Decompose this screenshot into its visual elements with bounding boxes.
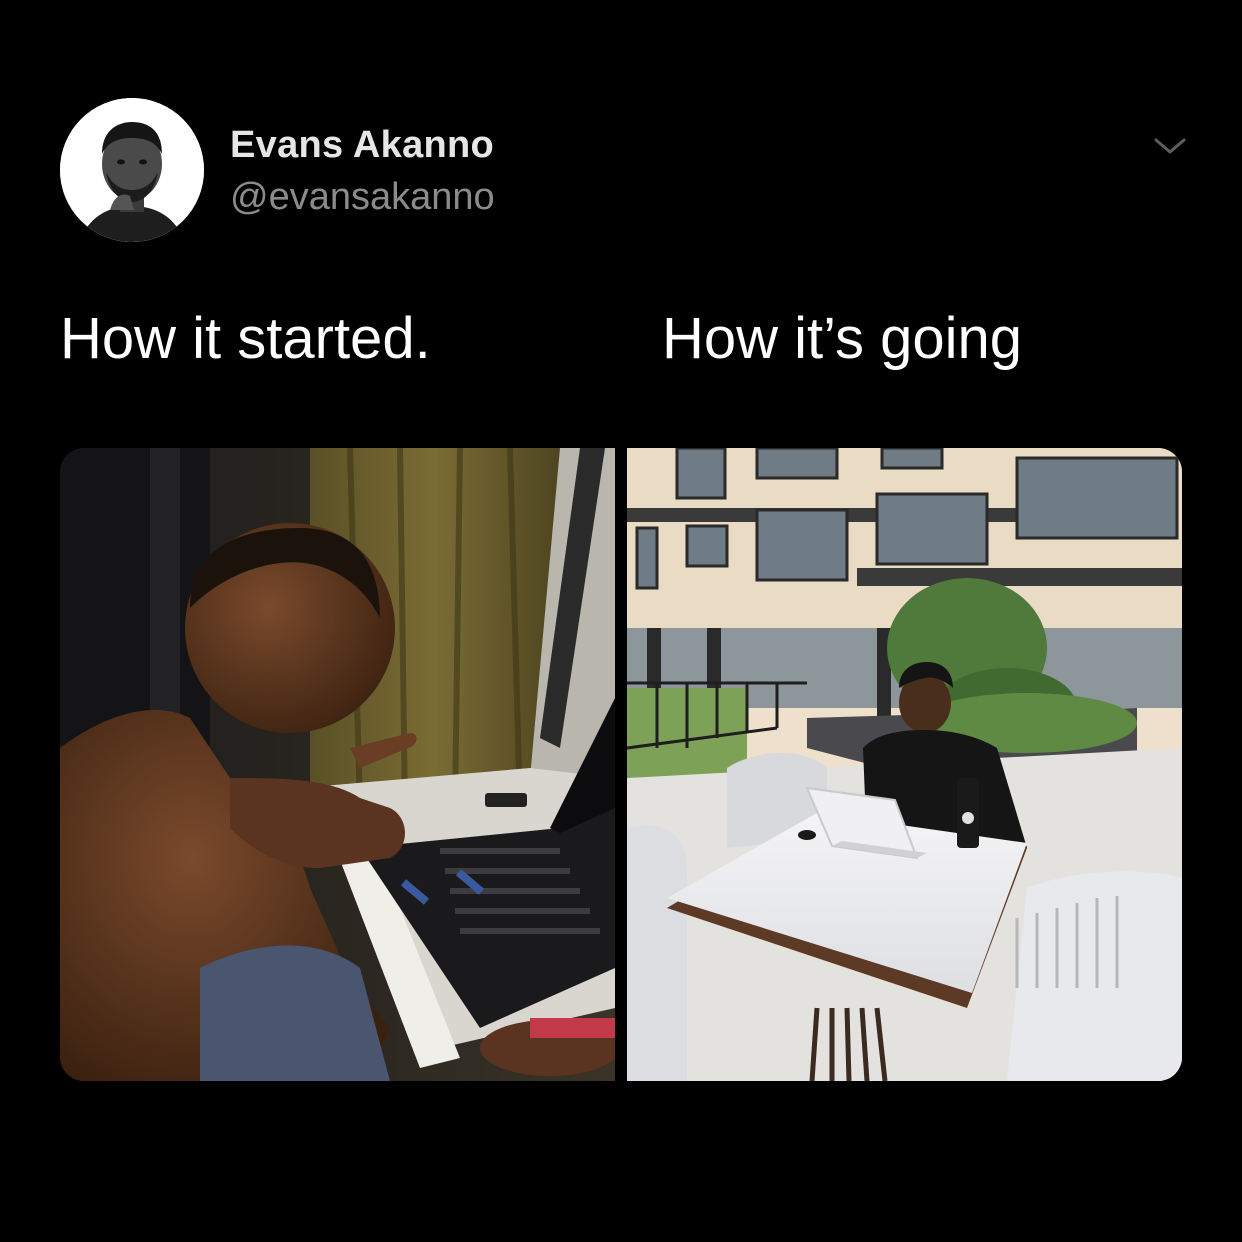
author-display-name[interactable]: Evans Akanno <box>230 124 494 167</box>
avatar-photo-icon <box>60 98 204 242</box>
caption-how-it-started: How it started. <box>60 306 431 371</box>
avatar[interactable] <box>60 98 204 242</box>
caption-how-its-going: How it’s going <box>662 306 1023 371</box>
photo-dark-room-icon <box>60 448 615 1081</box>
photo-terrace-icon <box>627 448 1182 1081</box>
media-grid <box>60 448 1182 1081</box>
author-handle[interactable]: @evansakanno <box>230 176 495 219</box>
photo-how-it-started[interactable] <box>60 448 615 1081</box>
chevron-down-icon[interactable] <box>1150 132 1190 160</box>
photo-how-its-going[interactable] <box>627 448 1182 1081</box>
